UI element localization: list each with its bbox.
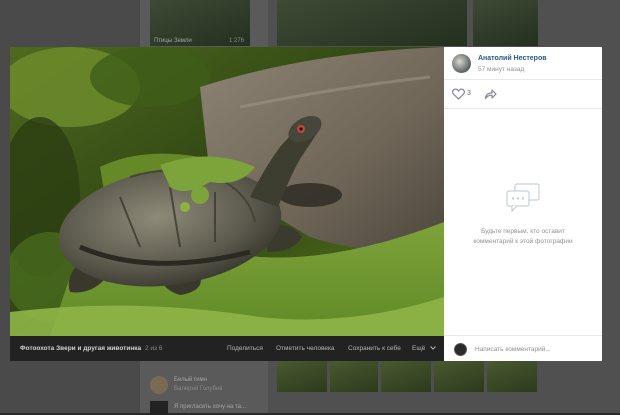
background-feed-title[interactable]: Я пригласить хочу на та... (174, 404, 246, 410)
comment-input[interactable] (475, 342, 595, 356)
photo-position: 2 из 6 (145, 345, 163, 352)
background-feed-avatar[interactable] (150, 376, 168, 394)
background-photo-thumb[interactable] (277, 360, 327, 392)
background-photo-thumb[interactable] (381, 360, 431, 392)
more-actions-menu[interactable]: Ещё (412, 345, 436, 352)
empty-comments-line-1: Будьте первым, кто оставит (481, 228, 565, 235)
chevron-down-icon (430, 346, 436, 350)
background-album-thumb[interactable] (473, 0, 538, 46)
comments-empty-icon (506, 183, 540, 213)
share-arrow-icon[interactable] (484, 88, 497, 100)
author-name-link[interactable]: Анатолий Нестеров (478, 55, 547, 62)
background-feed-subtitle: Валерий Голубев (174, 386, 223, 392)
tag-person-action[interactable]: Отметить человека (276, 345, 335, 352)
reaction-bar: 3 (444, 80, 602, 109)
comment-composer (444, 335, 602, 362)
background-photo-thumb[interactable] (434, 360, 484, 392)
background-album-count: 1 276 (229, 38, 245, 44)
empty-comments-message: Будьте первым, кто оставит комментарий к… (458, 227, 588, 247)
share-action[interactable]: Поделиться (227, 345, 263, 352)
more-label: Ещё (412, 345, 426, 352)
likes-count[interactable]: 3 (467, 90, 471, 97)
photo[interactable] (10, 47, 444, 336)
photo-sidebar: Анатолий Нестеров 57 минут назад 3 Будьт… (444, 47, 602, 361)
photo-viewer: Фотоохота Звери и другая животинка 2 из … (10, 47, 602, 361)
background-photo-thumb[interactable] (487, 360, 537, 392)
background-photo-thumb[interactable] (330, 360, 378, 392)
author-avatar[interactable] (452, 54, 471, 73)
empty-comments-line-2: комментарий к этой фотографии (473, 238, 573, 245)
author-header: Анатолий Нестеров 57 минут назад (444, 47, 602, 80)
current-user-avatar (454, 343, 467, 356)
photo-toolbar: Фотоохота Звери и другая животинка 2 из … (10, 336, 444, 361)
heart-icon[interactable] (452, 88, 465, 100)
background-feed-title[interactable]: Белый гимн (174, 377, 207, 383)
turtle-photo-image (10, 47, 444, 336)
post-time[interactable]: 57 минут назад (478, 66, 524, 73)
save-to-mine-action[interactable]: Сохранить к себе (348, 345, 401, 352)
album-title-link[interactable]: Фотоохота Звери и другая животинка (20, 345, 141, 352)
background-album-caption: Птицы Земли (154, 38, 192, 44)
background-album-thumb[interactable] (277, 0, 467, 46)
